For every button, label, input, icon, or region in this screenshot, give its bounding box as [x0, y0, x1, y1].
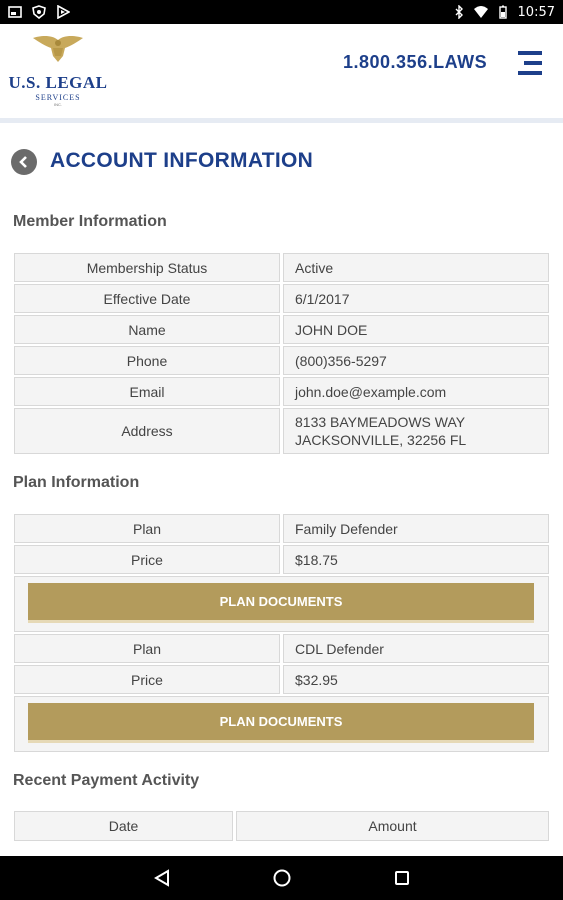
address-label: Address	[14, 408, 280, 454]
menu-button[interactable]	[514, 50, 542, 76]
plan-documents-row: PLAN DOCUMENTS	[14, 696, 549, 752]
nav-back-button[interactable]	[150, 866, 174, 890]
navigation-bar	[0, 856, 563, 900]
payment-table-header: Date Amount	[14, 811, 549, 841]
name-label: Name	[14, 315, 280, 344]
app-header: U.S. LEGAL SERVICES INC. 1.800.356.LAWS	[0, 24, 563, 118]
plan-info-heading: Plan Information	[13, 474, 140, 491]
table-row: Price $32.95	[14, 665, 549, 694]
address-line-1: 8133 BAYMEADOWS WAY	[295, 414, 466, 430]
table-row: Name JOHN DOE	[14, 315, 549, 344]
back-triangle-icon	[154, 869, 169, 887]
table-row: Plan CDL Defender	[14, 634, 549, 663]
membership-status-label: Membership Status	[14, 253, 280, 282]
wifi-icon	[473, 6, 488, 18]
status-bar: 10:57	[0, 0, 563, 24]
email-value: john.doe@example.com	[283, 377, 549, 406]
plan-documents-button[interactable]: PLAN DOCUMENTS	[28, 703, 534, 743]
plan-documents-button[interactable]: PLAN DOCUMENTS	[28, 583, 534, 623]
logo-sub-text: SERVICES	[35, 93, 81, 102]
name-value: JOHN DOE	[283, 315, 549, 344]
us-legal-logo[interactable]: U.S. LEGAL SERVICES INC.	[8, 34, 108, 114]
table-row: Price $18.75	[14, 545, 549, 574]
plan-label: Plan	[14, 634, 280, 663]
plan-label: Plan	[14, 514, 280, 543]
price-label: Price	[14, 665, 280, 694]
effective-date-value: 6/1/2017	[283, 284, 549, 313]
table-row: Email john.doe@example.com	[14, 377, 549, 406]
plan-value: CDL Defender	[283, 634, 549, 663]
status-time: 10:57	[517, 4, 555, 20]
phone-value: (800)356-5297	[283, 346, 549, 375]
recents-square-icon	[395, 871, 409, 885]
member-info-heading: Member Information	[13, 213, 167, 230]
battery-icon	[498, 5, 507, 19]
table-row: Phone (800)356-5297	[14, 346, 549, 375]
plan-value: Family Defender	[283, 514, 549, 543]
logo-tiny-text: INC.	[54, 102, 62, 107]
email-label: Email	[14, 377, 280, 406]
eagle-icon	[33, 36, 83, 62]
table-row: Membership Status Active	[14, 253, 549, 282]
phone-link[interactable]: 1.800.356.LAWS	[343, 52, 487, 73]
page-title: ACCOUNT INFORMATION	[50, 149, 314, 172]
menu-icon	[518, 51, 542, 55]
address-value: 8133 BAYMEADOWS WAY JACKSONVILLE, 32256 …	[283, 408, 549, 454]
logo-brand-text: U.S. LEGAL	[8, 73, 108, 92]
bluetooth-icon	[455, 5, 463, 19]
column-header-amount[interactable]: Amount	[236, 811, 549, 841]
menu-icon-bar	[524, 61, 542, 65]
table-row: Address 8133 BAYMEADOWS WAY JACKSONVILLE…	[14, 408, 549, 454]
membership-status-value: Active	[283, 253, 549, 282]
price-value: $32.95	[283, 665, 549, 694]
phone-label: Phone	[14, 346, 280, 375]
menu-icon-bar	[518, 71, 542, 75]
nav-recents-button[interactable]	[390, 866, 414, 890]
back-button[interactable]	[11, 149, 37, 175]
plan-info-table: Plan Family Defender Price $18.75 PLAN D…	[14, 514, 549, 754]
chevron-left-icon	[19, 156, 27, 168]
shield-notification-icon	[32, 5, 46, 19]
play-store-notification-icon	[57, 5, 70, 19]
nav-home-button[interactable]	[270, 866, 294, 890]
effective-date-label: Effective Date	[14, 284, 280, 313]
home-circle-icon	[273, 869, 291, 887]
plan-documents-row: PLAN DOCUMENTS	[14, 576, 549, 632]
payment-activity-heading: Recent Payment Activity	[13, 772, 200, 789]
table-row: Effective Date 6/1/2017	[14, 284, 549, 313]
price-value: $18.75	[283, 545, 549, 574]
header-divider	[0, 118, 563, 123]
column-header-date[interactable]: Date	[14, 811, 233, 841]
table-row: Plan Family Defender	[14, 514, 549, 543]
member-info-table: Membership Status Active Effective Date …	[14, 253, 549, 456]
address-line-2: JACKSONVILLE, 32256 FL	[295, 432, 467, 448]
gallery-notification-icon	[8, 6, 22, 18]
price-label: Price	[14, 545, 280, 574]
